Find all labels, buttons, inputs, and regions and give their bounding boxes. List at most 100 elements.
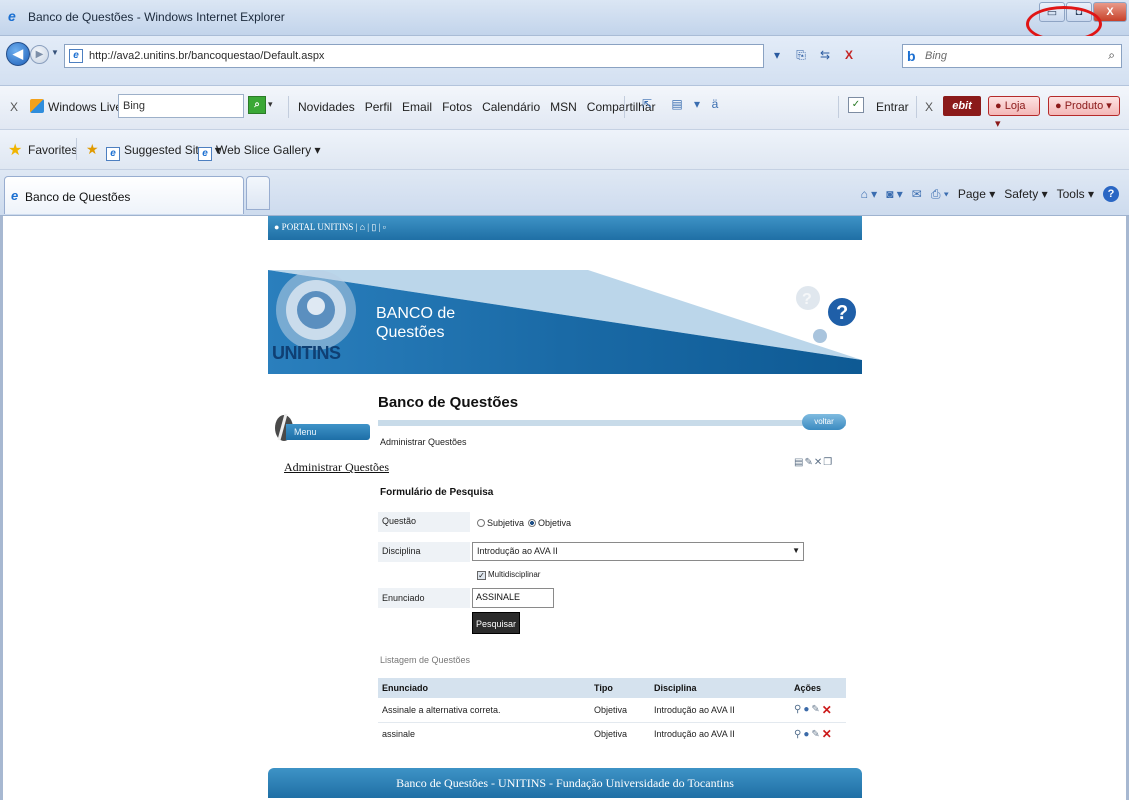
info-icon[interactable]: ● xyxy=(803,704,809,715)
add-favorite-icon[interactable]: ★ xyxy=(86,141,99,158)
portal-link[interactable]: ● PORTAL UNITINS | ⌂ | ▯ | ▫ xyxy=(274,222,386,233)
back-link-button[interactable]: voltar xyxy=(802,414,846,430)
radio-objetiva[interactable]: Objetiva xyxy=(528,518,571,528)
live-link-perfil[interactable]: Perfil xyxy=(365,100,392,114)
cell-tipo: Objetiva xyxy=(590,698,650,723)
highlight-icon[interactable]: ▤ xyxy=(668,97,686,115)
menu-header: Menu xyxy=(286,424,370,440)
compatibility-view-icon[interactable]: ⎘ xyxy=(792,46,810,64)
url-dropdown-icon[interactable]: ▾ xyxy=(768,46,786,64)
toolbar-close-icon[interactable]: X xyxy=(10,100,18,114)
view-icon[interactable]: ⚲ xyxy=(794,729,801,740)
live-search-go-icon[interactable]: ⌕ xyxy=(248,96,266,114)
view-icon[interactable]: ⚲ xyxy=(794,704,801,715)
live-search-input[interactable]: Bing xyxy=(118,94,244,118)
delete-icon[interactable]: ✕ xyxy=(822,727,832,741)
bing-icon: b xyxy=(907,48,916,64)
edit-icon[interactable]: ✎ xyxy=(811,729,819,740)
url-field[interactable]: e http://ava2.unitins.br/bancoquestao/De… xyxy=(64,44,764,68)
column-enunciado: Enunciado xyxy=(378,678,590,698)
tab-banco-de-questoes[interactable]: e Banco de Questões xyxy=(4,176,244,214)
new-tab-button[interactable] xyxy=(246,176,270,210)
unitins-logo: UNITINS xyxy=(272,343,341,363)
signin-icon[interactable]: ✓ xyxy=(848,97,864,113)
recent-pages-dropdown[interactable]: ▼ xyxy=(51,48,59,57)
copy-icon[interactable]: ❐ xyxy=(823,457,832,468)
loja-button[interactable]: ● Loja ▾ xyxy=(988,96,1040,130)
live-link-novidades[interactable]: Novidades xyxy=(298,100,355,114)
feeds-icon[interactable]: ◙ ▾ xyxy=(886,187,903,201)
edit-icon[interactable]: ✎ xyxy=(811,704,819,715)
favorite-label: Web Slice Gallery ▾ xyxy=(216,143,321,157)
column-tipo: Tipo xyxy=(590,678,650,698)
live-link-fotos[interactable]: Fotos xyxy=(442,100,472,114)
share-icon[interactable]: ⇱ xyxy=(638,97,656,115)
tab-bar: e Banco de Questões ⌂ ▾ ◙ ▾ ✉ ⎙ ▾ Page ▾… xyxy=(0,170,1129,216)
enunciado-field[interactable]: ASSINALE xyxy=(472,588,554,608)
windows-live-toolbar: X Windows Live Bing ⌕ ▾ Novidades Perfil… xyxy=(0,86,1129,130)
page-menu[interactable]: Page ▾ xyxy=(958,187,995,201)
cell-enunciado: assinale xyxy=(378,722,590,746)
back-button[interactable]: ◀ xyxy=(6,42,30,66)
sidebar-link-administrar-questoes[interactable]: Administrar Questões xyxy=(284,460,389,475)
page-title: Banco de Questões xyxy=(378,394,519,411)
home-icon[interactable]: ⌂ ▾ xyxy=(861,187,878,201)
disciplina-label: Disciplina xyxy=(382,546,421,556)
produto-button[interactable]: ● Produto ▾ xyxy=(1048,96,1120,116)
questao-label: Questão xyxy=(382,516,417,526)
edit-icon[interactable]: ✎ xyxy=(804,457,812,468)
favorites-bar: ★ Favorites ★ e Suggested Sites ▾ e Web Sl… xyxy=(0,130,1129,170)
signin-link[interactable]: Entrar xyxy=(876,100,909,114)
breadcrumb: Administrar Questões xyxy=(380,437,467,447)
banner-graphic: ? ? xyxy=(268,270,862,374)
help-icon[interactable]: ? xyxy=(1103,186,1119,202)
divider xyxy=(624,96,625,118)
cell-actions: ⚲ ● ✎ ✕ xyxy=(790,722,846,746)
tab-label: Banco de Questões xyxy=(25,190,131,204)
favorites-star-icon: ★ xyxy=(8,142,23,159)
stop-icon[interactable]: X xyxy=(840,46,858,64)
search-input[interactable]: b Bing ⌕ xyxy=(902,44,1122,68)
ebit-logo[interactable]: ebit xyxy=(943,96,981,116)
radio-subjetiva[interactable]: Subjetiva xyxy=(477,518,524,528)
safety-menu[interactable]: Safety ▾ xyxy=(1004,187,1047,201)
banner-line2: Questões xyxy=(376,324,445,341)
multidisciplinar-checkbox[interactable]: ✓ Multidisciplinar xyxy=(477,570,540,580)
title-underline xyxy=(378,420,846,426)
radio-subjetiva-label: Subjetiva xyxy=(487,518,525,528)
column-disciplina: Disciplina xyxy=(650,678,790,698)
site-banner: ? ? UNITINS BANCO de Questões xyxy=(268,240,862,374)
print-icon[interactable]: ⎙ ▾ xyxy=(931,187,949,202)
url-text: http://ava2.unitins.br/bancoquestao/Defa… xyxy=(89,50,325,62)
svg-text:?: ? xyxy=(836,302,848,324)
mail-icon[interactable]: ✉ xyxy=(912,187,922,201)
info-icon[interactable]: ● xyxy=(803,729,809,740)
disciplina-value: Introdução ao AVA II xyxy=(477,546,558,556)
loja-label: Loja xyxy=(1004,100,1026,112)
live-search-dropdown-icon[interactable]: ▾ xyxy=(268,99,273,110)
favorites-button[interactable]: Favorites xyxy=(28,143,77,157)
refresh-icon[interactable]: ⇆ xyxy=(816,46,834,64)
divider xyxy=(916,96,917,118)
translate-icon[interactable]: ä xyxy=(706,97,724,115)
portal-bar: ● PORTAL UNITINS | ⌂ | ▯ | ▫ xyxy=(268,216,862,240)
live-link-email[interactable]: Email xyxy=(402,100,432,114)
live-link-msn[interactable]: MSN xyxy=(550,100,577,114)
disciplina-select[interactable]: Introdução ao AVA II ▼ xyxy=(472,542,804,561)
search-icon[interactable]: ⌕ xyxy=(1108,48,1115,63)
favorite-web-slice-gallery[interactable]: e Web Slice Gallery ▾ xyxy=(198,143,321,161)
tools-menu[interactable]: Tools ▾ xyxy=(1057,187,1094,201)
ebit-close-icon[interactable]: X xyxy=(925,100,933,114)
results-title: Listagem de Questões xyxy=(380,655,471,665)
address-bar: ◀ ▶ ▼ e http://ava2.unitins.br/bancoques… xyxy=(0,36,1129,86)
delete-icon[interactable]: ✕ xyxy=(814,457,822,468)
list-icon[interactable]: ▤ xyxy=(794,457,803,468)
windows-live-brand[interactable]: Windows Live xyxy=(48,100,122,114)
dropdown-icon[interactable]: ▾ xyxy=(688,97,706,115)
live-link-calendario[interactable]: Calendário xyxy=(482,100,540,114)
multidisciplinar-label: Multidisciplinar xyxy=(488,570,541,579)
search-button[interactable]: Pesquisar xyxy=(472,612,520,634)
delete-icon[interactable]: ✕ xyxy=(822,703,832,717)
window-title: Banco de Questões - Windows Internet Exp… xyxy=(28,10,285,24)
forward-button[interactable]: ▶ xyxy=(30,45,49,64)
